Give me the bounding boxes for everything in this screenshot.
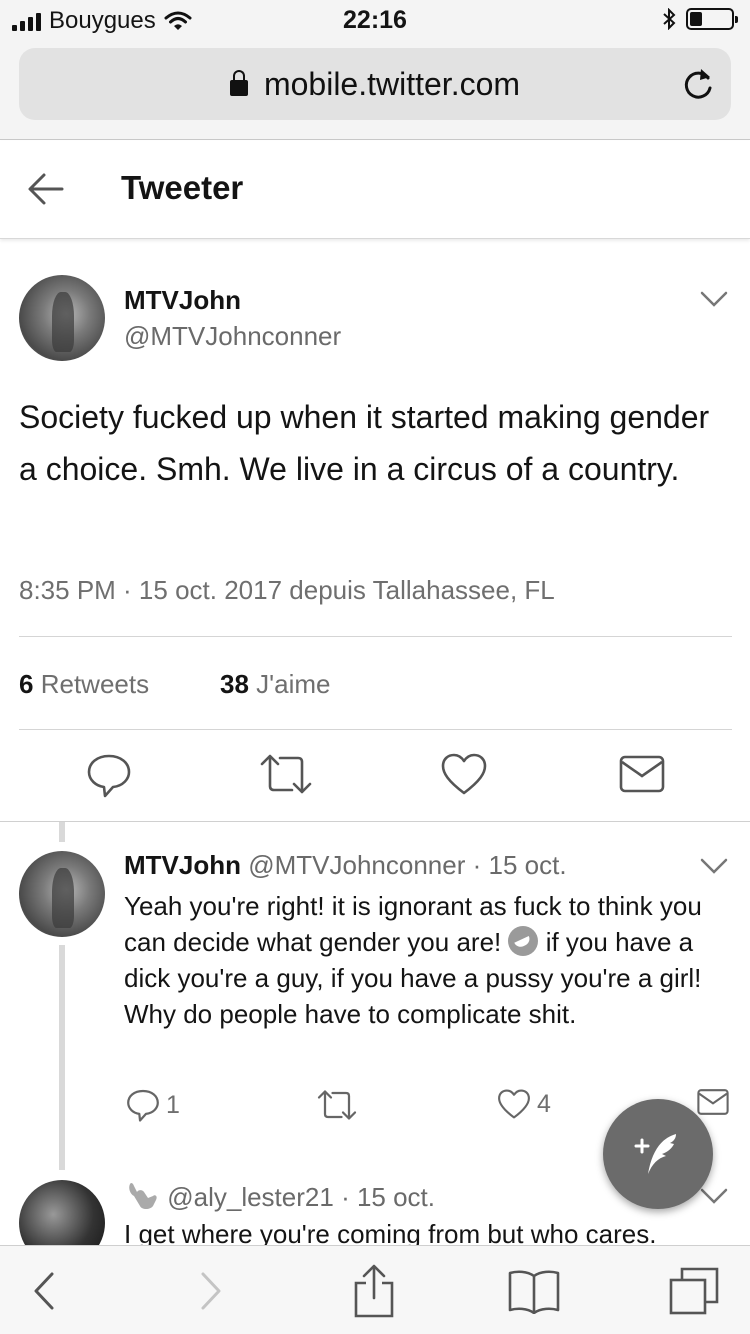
address-bar[interactable]: mobile.twitter.com bbox=[19, 48, 731, 120]
divider bbox=[19, 729, 732, 730]
like-button[interactable]: 4 bbox=[497, 1088, 551, 1120]
chevron-down-icon[interactable] bbox=[700, 290, 728, 308]
browser-toolbar bbox=[0, 1245, 750, 1334]
battery-icon bbox=[686, 8, 738, 30]
browser-address-area: mobile.twitter.com bbox=[0, 42, 750, 140]
arrow-left-icon[interactable] bbox=[26, 171, 66, 207]
shaka-hand-emoji-icon bbox=[129, 1182, 157, 1209]
status-right bbox=[662, 8, 738, 30]
likes-label: J'aime bbox=[256, 669, 331, 699]
page-title: Tweeter bbox=[121, 169, 244, 206]
lock-icon bbox=[229, 70, 248, 96]
author-handle[interactable]: @MTVJohnconner bbox=[124, 321, 341, 352]
url-text: mobile.twitter.com bbox=[263, 66, 521, 102]
reply-author-handle[interactable]: @MTVJohnconner bbox=[248, 850, 465, 880]
retweets-stat[interactable]: 6 Retweets bbox=[19, 669, 149, 700]
reply-author-handle[interactable]: @aly_lester21 bbox=[167, 1182, 334, 1212]
reply-button[interactable]: 1 bbox=[126, 1088, 180, 1122]
reply-icon[interactable] bbox=[86, 752, 132, 798]
likes-stat[interactable]: 38 J'aime bbox=[220, 669, 330, 700]
status-bar: Bouygues 22:16 bbox=[0, 0, 750, 42]
book-icon bbox=[508, 1269, 560, 1314]
bookmarks-button[interactable] bbox=[502, 1246, 566, 1334]
retweet-icon[interactable] bbox=[258, 752, 314, 796]
heart-icon bbox=[498, 1089, 530, 1119]
reload-icon[interactable] bbox=[681, 66, 715, 102]
author-name[interactable]: MTVJohn bbox=[124, 285, 241, 316]
tweet-text: Society fucked up when it started making… bbox=[19, 399, 710, 487]
browser-back-button[interactable] bbox=[14, 1246, 74, 1334]
thread-line bbox=[59, 822, 65, 842]
app-header: Tweeter bbox=[0, 141, 750, 239]
reply-header: MTVJohn @MTVJohnconner · 15 oct. bbox=[124, 850, 567, 881]
avatar[interactable] bbox=[19, 275, 105, 361]
rolling-laughing-emoji-icon bbox=[508, 926, 539, 956]
compose-tweet-button[interactable] bbox=[603, 1099, 713, 1209]
reply-icon bbox=[127, 1089, 159, 1122]
reply-author-name[interactable]: MTVJohn bbox=[124, 850, 241, 880]
bluetooth-icon bbox=[663, 8, 676, 30]
avatar[interactable] bbox=[19, 851, 105, 937]
retweets-label: Retweets bbox=[40, 669, 150, 699]
tabs-icon bbox=[669, 1267, 719, 1314]
tabs-button[interactable] bbox=[662, 1246, 726, 1334]
reply-header: @aly_lester21 · 15 oct. bbox=[124, 1180, 435, 1213]
retweet-button[interactable] bbox=[316, 1088, 358, 1122]
heart-icon[interactable] bbox=[440, 752, 488, 796]
share-icon bbox=[354, 1264, 394, 1317]
clock: 22:16 bbox=[343, 6, 407, 34]
thread-line bbox=[59, 945, 65, 1170]
chevron-right-icon bbox=[201, 1272, 221, 1309]
chevron-left-icon bbox=[34, 1272, 54, 1309]
retweet-icon bbox=[317, 1090, 357, 1120]
chevron-down-icon[interactable] bbox=[700, 857, 728, 875]
compose-tweet-icon bbox=[634, 1134, 676, 1174]
reply-count: 1 bbox=[166, 1090, 180, 1119]
browser-forward-button[interactable] bbox=[181, 1246, 241, 1334]
divider bbox=[0, 821, 750, 822]
mail-icon bbox=[697, 1089, 729, 1115]
tweet-actions bbox=[0, 752, 750, 802]
like-count: 4 bbox=[537, 1089, 551, 1118]
mail-icon[interactable] bbox=[619, 754, 665, 794]
likes-count: 38 bbox=[220, 669, 249, 699]
divider bbox=[19, 636, 732, 637]
reply-date: · 15 oct. bbox=[472, 850, 567, 880]
reply-date: · 15 oct. bbox=[341, 1182, 435, 1212]
reply-text: Yeah you're right! it is ignorant as fuc… bbox=[124, 891, 702, 1029]
share-button[interactable] bbox=[344, 1246, 404, 1334]
tweet-timestamp: 8:35 PM · 15 oct. 2017 depuis Tallahasse… bbox=[19, 575, 555, 605]
retweets-count: 6 bbox=[19, 669, 34, 699]
chevron-down-icon[interactable] bbox=[700, 1187, 728, 1205]
message-button[interactable] bbox=[697, 1088, 729, 1116]
